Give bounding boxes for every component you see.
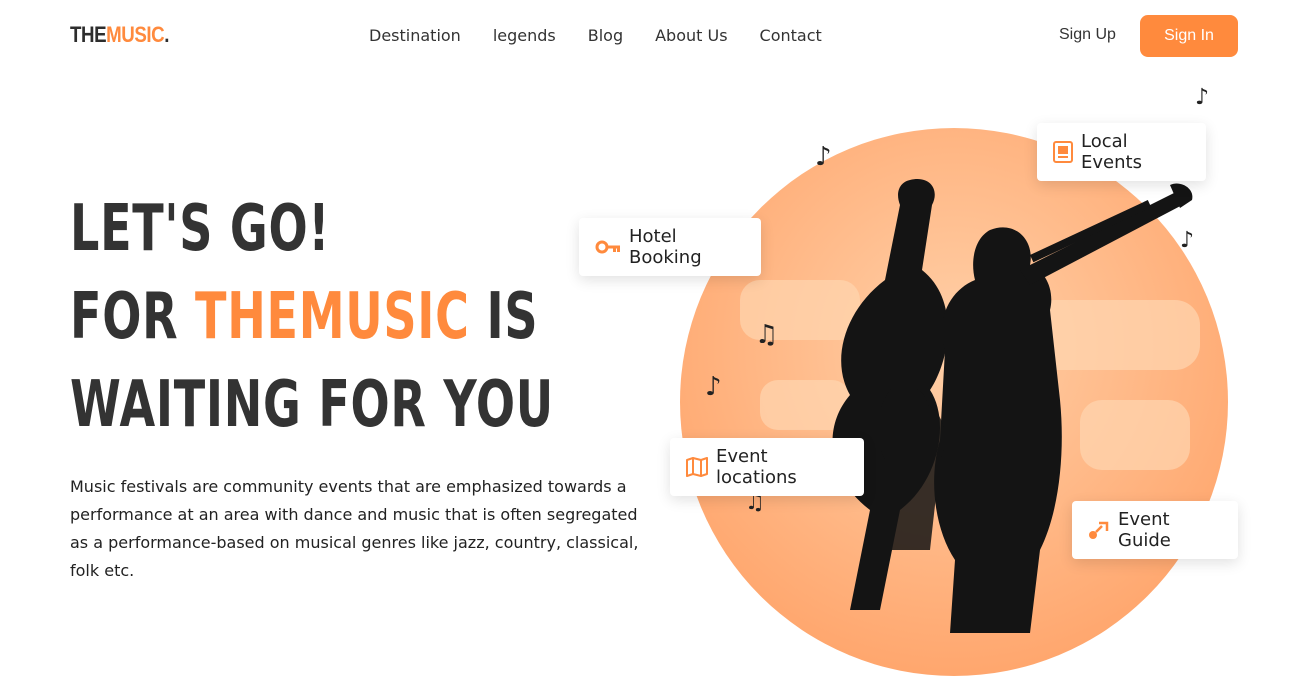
hero-description: Music festivals are community events tha… (70, 477, 639, 580)
music-note-icon: ♪ (815, 142, 832, 172)
sign-in-button[interactable]: Sign In (1140, 15, 1238, 57)
card-local-events[interactable]: Local Events (1037, 123, 1206, 181)
sign-up-link[interactable]: Sign Up (1059, 26, 1116, 44)
card-event-guide-label: Event Guide (1118, 509, 1171, 551)
calendar-icon (1053, 141, 1073, 163)
hero-line-3: WAITING FOR YOU (70, 368, 554, 442)
route-icon (1089, 521, 1109, 539)
hero-line-2-pre: FOR (70, 280, 196, 354)
card-event-guide[interactable]: Event Guide (1072, 501, 1238, 559)
card-hotel-booking-label: Hotel Booking (629, 226, 702, 268)
nav-about-us[interactable]: About Us (655, 26, 727, 45)
card-event-locations[interactable]: Event locations (670, 438, 864, 496)
music-note-icon: ♪ (705, 372, 722, 402)
logo-dot: . (164, 22, 170, 47)
hero-line-3-text: WAITING FOR YOU (70, 368, 554, 442)
music-note-icon: ♪ (1195, 85, 1210, 110)
nav-legends[interactable]: legends (493, 26, 556, 45)
site-logo[interactable]: THEMUSIC. (70, 22, 169, 48)
nav-contact[interactable]: Contact (760, 26, 822, 45)
logo-part-music: MUSIC (106, 22, 165, 47)
card-hotel-booking[interactable]: Hotel Booking (579, 218, 761, 276)
key-icon (595, 240, 620, 254)
main-nav: Destination legends Blog About Us Contac… (369, 26, 854, 45)
music-note-icon: ♫ (755, 320, 779, 350)
card-local-events-label: Local Events (1081, 131, 1142, 173)
hero-line-2: FOR THEMUSIC IS (70, 280, 538, 354)
hero-line-1: LET'S GO! (70, 192, 330, 266)
musicians-silhouette-illustration (740, 179, 1200, 633)
nav-destination[interactable]: Destination (369, 26, 461, 45)
card-event-locations-label: Event locations (716, 446, 797, 488)
nav-blog[interactable]: Blog (588, 26, 623, 45)
hero-brand-accent: THEMUSIC (195, 280, 470, 354)
music-note-icon: ♪ (1180, 228, 1195, 253)
map-icon (686, 457, 708, 477)
hero-line-1-text: LET'S GO! (70, 192, 331, 266)
hero-line-2-post: IS (469, 280, 539, 354)
logo-part-the: THE (70, 22, 107, 47)
